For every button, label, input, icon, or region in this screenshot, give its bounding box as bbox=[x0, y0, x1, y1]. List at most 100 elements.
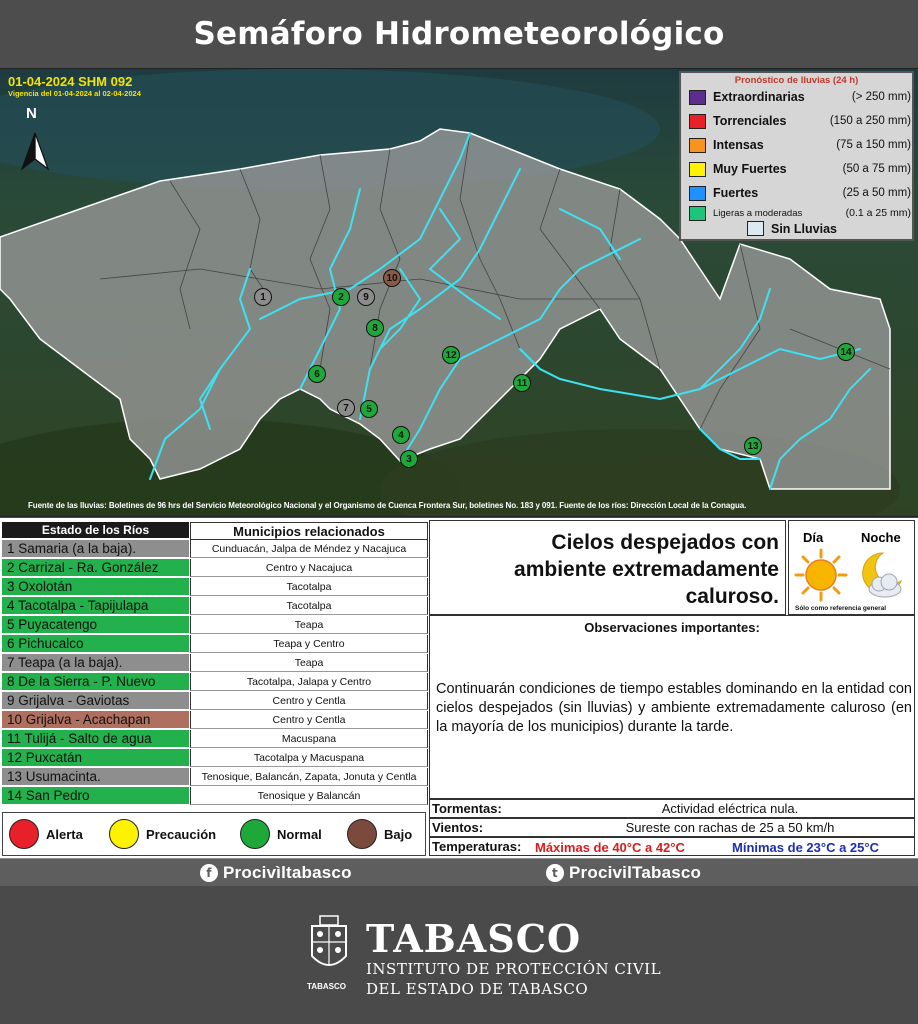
river-row: 5 Puyacatengo bbox=[2, 616, 189, 634]
river-marker-6[interactable]: 6 bbox=[308, 365, 326, 383]
legend-swatch bbox=[689, 185, 706, 201]
green-dot-icon bbox=[240, 819, 270, 849]
temperatures-label: Temperaturas: bbox=[432, 839, 522, 854]
river-marker-12[interactable]: 12 bbox=[442, 346, 460, 364]
municipio-row: Tenosique y Balancán bbox=[190, 787, 428, 805]
twitter-link[interactable]: t ProcivilTabasco bbox=[546, 863, 701, 883]
legend-label: Muy Fuertes bbox=[713, 162, 787, 176]
legend-item-intensas: Intensas (75 a 150 mm) bbox=[689, 136, 911, 154]
municipio-row: Tacotalpa, Jalapa y Centro bbox=[190, 673, 428, 691]
status-label: Bajo bbox=[384, 826, 413, 842]
river-marker-3[interactable]: 3 bbox=[400, 450, 418, 468]
footer-brand-name: TABASCO bbox=[366, 916, 582, 961]
twitter-icon: t bbox=[546, 864, 564, 882]
day-night-box: Día Noche Sólo como referencia general bbox=[788, 520, 915, 615]
observations-box: Observaciones importantes: Continuarán c… bbox=[429, 615, 915, 799]
map-panel: 01-04-2024 SHM 092 Vigencia del 01-04-20… bbox=[0, 68, 918, 517]
storms-value: Actividad eléctrica nula. bbox=[661, 801, 799, 816]
legend-label: Ligeras a moderadas bbox=[713, 207, 803, 219]
river-row: 12 Puxcatán bbox=[2, 749, 189, 767]
legend-swatch bbox=[747, 221, 764, 236]
river-marker-7[interactable]: 7 bbox=[337, 399, 355, 417]
yellow-dot-icon bbox=[109, 819, 139, 849]
river-marker-13[interactable]: 13 bbox=[744, 437, 762, 455]
river-row: 7 Teapa (a la baja). bbox=[2, 654, 189, 672]
river-marker-8[interactable]: 8 bbox=[366, 319, 384, 337]
observations-title: Observaciones importantes: bbox=[584, 620, 760, 635]
footer-institute-line2: DEL ESTADO DE TABASCO bbox=[366, 980, 589, 998]
state-seal-icon bbox=[311, 915, 347, 966]
status-label: Alerta bbox=[46, 826, 83, 842]
sky-line: Cielos despejados con bbox=[551, 531, 779, 554]
river-marker-1[interactable]: 1 bbox=[254, 288, 272, 306]
red-dot-icon bbox=[9, 819, 39, 849]
legend-item-muy-fuertes: Muy Fuertes (50 a 75 mm) bbox=[689, 160, 911, 178]
brown-dot-icon bbox=[347, 819, 377, 849]
river-marker-11[interactable]: 11 bbox=[513, 374, 531, 392]
storms-row: Tormentas: Actividad eléctrica nula. bbox=[429, 799, 915, 818]
river-row: 13 Usumacinta. bbox=[2, 768, 189, 786]
reference-note: Sólo como referencia general bbox=[795, 605, 887, 612]
page-title: Semáforo Hidrometeorológico bbox=[193, 16, 725, 52]
municipio-row: Tacotalpa y Macuspana bbox=[190, 749, 428, 767]
municipio-row: Teapa y Centro bbox=[190, 635, 428, 653]
river-row: 6 Pichucalco bbox=[2, 635, 189, 653]
status-precaucion: Precaución bbox=[109, 819, 216, 849]
river-marker-10[interactable]: 10 bbox=[383, 269, 401, 287]
river-marker-5[interactable]: 5 bbox=[360, 400, 378, 418]
status-label: Normal bbox=[277, 826, 322, 842]
municipio-row: Teapa bbox=[190, 616, 428, 634]
sky-conditions-box: Cielos despejados con ambiente extremada… bbox=[429, 520, 786, 615]
status-normal: Normal bbox=[240, 819, 322, 849]
river-row: 14 San Pedro bbox=[2, 787, 189, 805]
day-label: Día bbox=[803, 530, 824, 545]
legend-swatch bbox=[689, 161, 706, 177]
legend-label: Intensas bbox=[713, 138, 764, 152]
sky-line: caluroso. bbox=[685, 585, 779, 608]
seal-caption: TABASCO bbox=[307, 982, 346, 991]
north-label: N bbox=[26, 105, 37, 122]
legend-swatch bbox=[689, 89, 706, 105]
river-marker-4[interactable]: 4 bbox=[392, 426, 410, 444]
facebook-link[interactable]: f Procivìltabasco bbox=[200, 863, 352, 883]
legend-swatch bbox=[689, 137, 706, 153]
river-row: 3 Oxolotán bbox=[2, 578, 189, 596]
river-row: 1 Samaria (a la baja). bbox=[2, 540, 189, 558]
footer: TABASCO TABASCO INSTITUTO DE PROTECCIÓN … bbox=[0, 886, 918, 1024]
river-marker-2[interactable]: 2 bbox=[332, 288, 350, 306]
winds-label: Vientos: bbox=[432, 820, 484, 835]
municipios-table-title: Municipios relacionados bbox=[190, 522, 428, 540]
municipio-row: Centro y Centla bbox=[190, 711, 428, 729]
header-bar: Semáforo Hidrometeorológico bbox=[0, 0, 918, 68]
river-marker-14[interactable]: 14 bbox=[837, 343, 855, 361]
legend-range: (150 a 250 mm) bbox=[829, 115, 911, 127]
status-legend: Alerta Precaución Normal Bajo bbox=[2, 812, 426, 856]
rain-forecast-legend: Pronóstico de lluvias (24 h) Extraordina… bbox=[679, 71, 914, 241]
social-bar: f Procivìltabasco t ProcivilTabasco bbox=[0, 858, 918, 886]
legend-title: Pronóstico de lluvias (24 h) bbox=[734, 75, 859, 86]
river-row: 4 Tacotalpa - Tapijulapa bbox=[2, 597, 189, 615]
moon-cloud-icon bbox=[862, 552, 903, 598]
bulletin-validity: Vigencia del 01-04-2024 al 02-04-2024 bbox=[8, 89, 141, 98]
sky-conditions-text: Cielos despejados con ambiente extremada… bbox=[439, 529, 779, 610]
legend-range: (50 a 75 mm) bbox=[842, 163, 911, 175]
twitter-handle: ProcivilTabasco bbox=[569, 863, 702, 882]
footer-institute-line1: INSTITUTO DE PROTECCIÓN CIVIL bbox=[366, 960, 662, 978]
temperatures-row: Temperaturas: Máximas de 40°C a 42°C Mín… bbox=[429, 837, 915, 856]
municipio-row: Tacotalpa bbox=[190, 597, 428, 615]
legend-item-ligeras: Ligeras a moderadas (0.1 a 25 mm) bbox=[689, 204, 911, 222]
status-label: Precaución bbox=[146, 826, 217, 842]
legend-label: Fuertes bbox=[713, 186, 759, 200]
river-row: 9 Grijalva - Gaviotas bbox=[2, 692, 189, 710]
info-panel: Estado de los Ríos Municipios relacionad… bbox=[0, 518, 918, 858]
river-row: 11 Tulijá - Salto de agua bbox=[2, 730, 189, 748]
sun-icon bbox=[794, 548, 848, 602]
river-row: 10 Grijalva - Acachapan bbox=[2, 711, 189, 729]
legend-item-torrenciales: Torrenciales (150 a 250 mm) bbox=[689, 112, 911, 130]
bulletin-date-code: 01-04-2024 SHM 092 bbox=[8, 74, 133, 89]
river-marker-9[interactable]: 9 bbox=[357, 288, 375, 306]
municipio-row: Tenosique, Balancán, Zapata, Jonuta y Ce… bbox=[190, 768, 428, 786]
legend-item-sin-lluvias: Sin Lluvias bbox=[747, 221, 837, 236]
legend-range: (> 250 mm) bbox=[851, 91, 911, 103]
legend-range: (0.1 a 25 mm) bbox=[845, 207, 911, 219]
